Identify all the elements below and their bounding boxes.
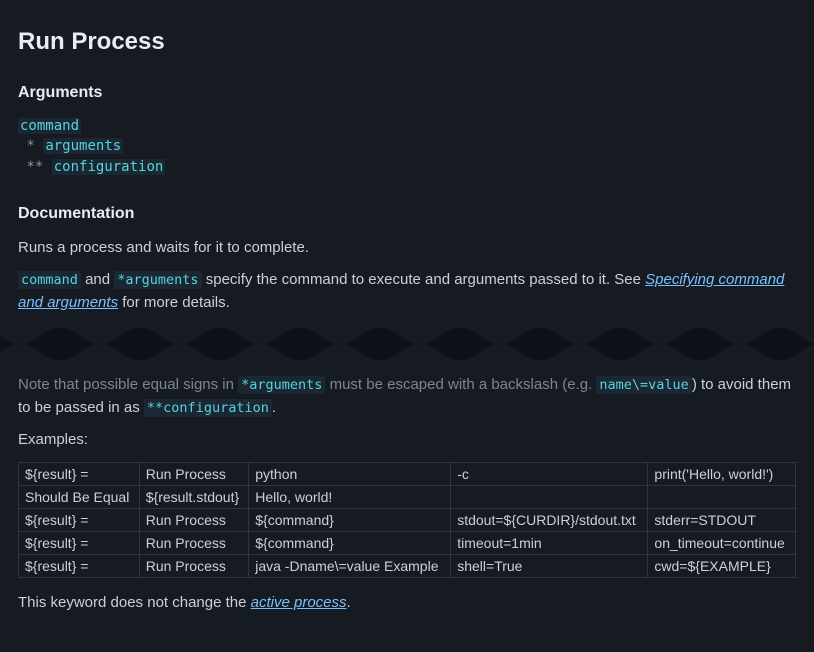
examples-table: ${result} =Run Processpython-cprint('Hel…	[18, 462, 796, 578]
doc-escape-note: Note that possible equal signs in *argum…	[18, 374, 796, 419]
arg-arguments: arguments	[43, 138, 123, 154]
table-cell: Run Process	[139, 531, 249, 554]
code-doublestar-configuration: **configuration	[144, 399, 272, 417]
table-cell: timeout=1min	[451, 531, 648, 554]
arguments-heading: Arguments	[18, 84, 796, 102]
table-cell: ${result} =	[19, 554, 140, 577]
arg-command: command	[18, 118, 81, 134]
code-star-arguments: *arguments	[114, 271, 201, 289]
table-cell: print('Hello, world!')	[648, 462, 796, 485]
table-cell: python	[249, 462, 451, 485]
documentation-heading: Documentation	[18, 205, 796, 223]
arg-prefix-star: *	[26, 138, 34, 154]
table-row: ${result} =Run Processpython-cprint('Hel…	[19, 462, 796, 485]
table-cell: Should Be Equal	[19, 485, 140, 508]
table-cell: ${result} =	[19, 531, 140, 554]
table-cell	[451, 485, 648, 508]
arguments-block: command * arguments ** configuration	[18, 116, 796, 177]
code-command: command	[18, 271, 81, 289]
content-torn-separator	[0, 324, 814, 364]
table-cell: ${command}	[249, 508, 451, 531]
table-cell: Run Process	[139, 508, 249, 531]
table-cell: ${result} =	[19, 462, 140, 485]
code-star-arguments-2: *arguments	[238, 376, 325, 394]
table-cell: cwd=${EXAMPLE}	[648, 554, 796, 577]
page-title: Run Process	[18, 28, 796, 56]
table-cell: ${result.stdout}	[139, 485, 249, 508]
table-cell: Run Process	[139, 462, 249, 485]
table-row: ${result} =Run Processjava -Dname\=value…	[19, 554, 796, 577]
examples-label: Examples:	[18, 429, 796, 452]
table-cell: -c	[451, 462, 648, 485]
doc-specify: command and *arguments specify the comma…	[18, 269, 796, 314]
code-name-value: name\=value	[596, 376, 691, 394]
table-row: ${result} =Run Process${command}stdout=$…	[19, 508, 796, 531]
arg-configuration: configuration	[52, 159, 166, 175]
table-cell: on_timeout=continue	[648, 531, 796, 554]
table-row: Should Be Equal${result.stdout}Hello, wo…	[19, 485, 796, 508]
table-cell	[648, 485, 796, 508]
table-cell: java -Dname\=value Example	[249, 554, 451, 577]
link-active-process[interactable]: active process	[251, 594, 347, 611]
doc-intro: Runs a process and waits for it to compl…	[18, 237, 796, 260]
table-cell: ${result} =	[19, 508, 140, 531]
table-cell: shell=True	[451, 554, 648, 577]
doc-closing: This keyword does not change the active …	[18, 592, 796, 615]
table-cell: ${command}	[249, 531, 451, 554]
table-row: ${result} =Run Process${command}timeout=…	[19, 531, 796, 554]
arg-prefix-doublestar: **	[26, 159, 43, 175]
table-cell: stdout=${CURDIR}/stdout.txt	[451, 508, 648, 531]
table-cell: Run Process	[139, 554, 249, 577]
table-cell: stderr=STDOUT	[648, 508, 796, 531]
table-cell: Hello, world!	[249, 485, 451, 508]
